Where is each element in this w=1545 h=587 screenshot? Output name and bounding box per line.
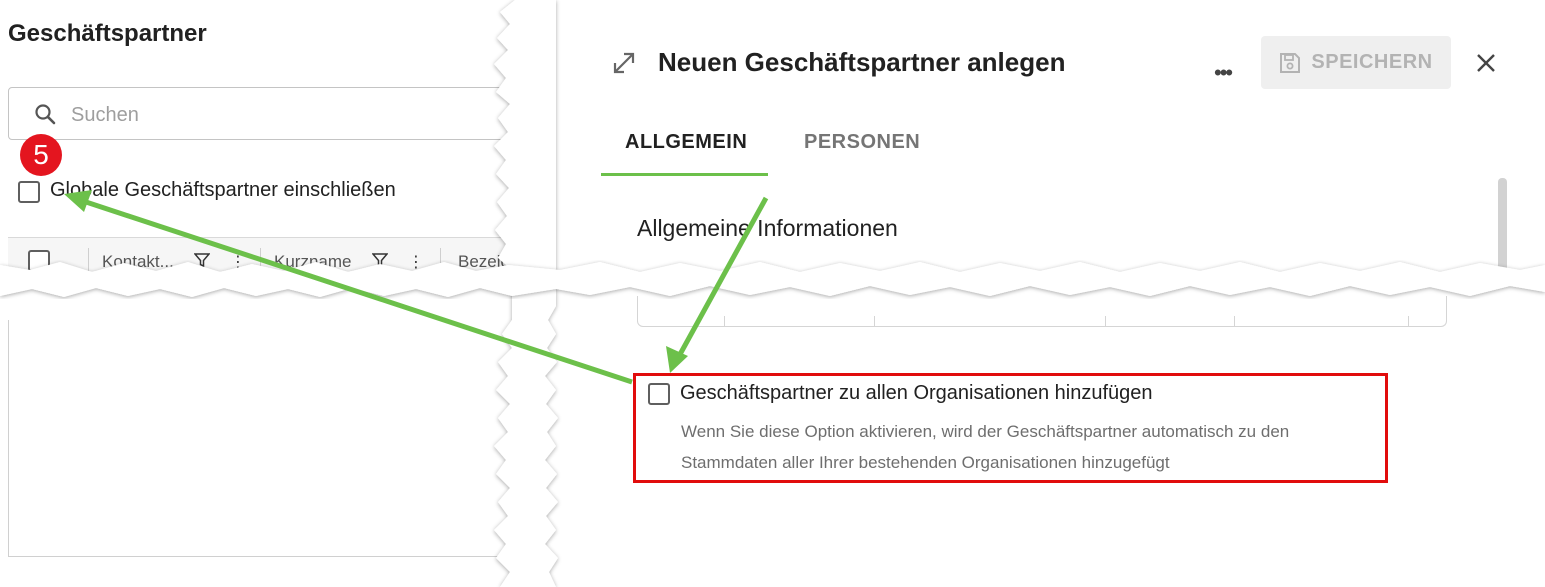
table-header: Kontakt... ⋮ Kurzname ⋮ Bezeic (8, 237, 518, 271)
save-button-label: SPEICHERN (1311, 51, 1433, 73)
close-icon[interactable] (1474, 51, 1498, 75)
section-title: Allgemeine Informationen (637, 215, 898, 241)
field-divider (874, 316, 875, 326)
column-header-shortname[interactable]: Kurzname (274, 252, 351, 271)
description-line: Stammdaten aller Ihrer bestehenden Organ… (681, 453, 1170, 472)
field-divider (1105, 316, 1106, 326)
save-icon (1280, 52, 1301, 73)
field-divider (1408, 316, 1409, 326)
column-header-contact[interactable]: Kontakt... (102, 252, 174, 271)
select-all-checkbox[interactable] (28, 250, 50, 271)
kebab-icon[interactable]: ⋮ (230, 252, 246, 271)
kebab-icon[interactable]: ⋮ (408, 252, 424, 271)
tab-persons[interactable]: PERSONEN (804, 131, 920, 154)
page-title: Geschäftspartner (8, 20, 207, 47)
all-organisations-checkbox[interactable] (648, 383, 670, 405)
column-header-designation[interactable]: Bezeic (458, 252, 509, 271)
field-divider (1234, 316, 1235, 326)
search-icon (35, 104, 56, 125)
description-line: Wenn Sie diese Option aktivieren, wird d… (681, 422, 1290, 441)
filter-icon[interactable] (193, 252, 211, 271)
scrollbar[interactable] (1498, 178, 1507, 273)
fields-row-bottom (637, 296, 1447, 327)
global-partners-label: Globale Geschäftspartner einschließen (50, 179, 396, 201)
table-body (8, 320, 519, 557)
more-icon[interactable]: ••• (1214, 60, 1233, 86)
column-divider (88, 248, 89, 271)
expand-icon[interactable] (611, 50, 637, 76)
all-organisations-label: Geschäftspartner zu allen Organisationen… (680, 382, 1153, 404)
dialog-title: Neuen Geschäftspartner anlegen (658, 47, 1066, 77)
business-partner-list-panel: Geschäftspartner Suchen 5 Globale Geschä… (0, 0, 528, 587)
search-input[interactable]: Suchen (8, 87, 528, 140)
field-divider (724, 316, 725, 326)
step-badge: 5 (20, 134, 62, 176)
column-divider (440, 248, 441, 271)
global-partners-checkbox[interactable] (18, 181, 40, 203)
tab-general[interactable]: ALLGEMEIN (625, 131, 747, 154)
filter-icon[interactable] (371, 252, 389, 271)
search-placeholder: Suchen (71, 104, 139, 126)
all-organisations-description: Wenn Sie diese Option aktivieren, wird d… (681, 416, 1381, 478)
column-divider (260, 248, 261, 271)
save-button[interactable]: SPEICHERN (1261, 36, 1451, 89)
active-tab-indicator (601, 173, 768, 176)
